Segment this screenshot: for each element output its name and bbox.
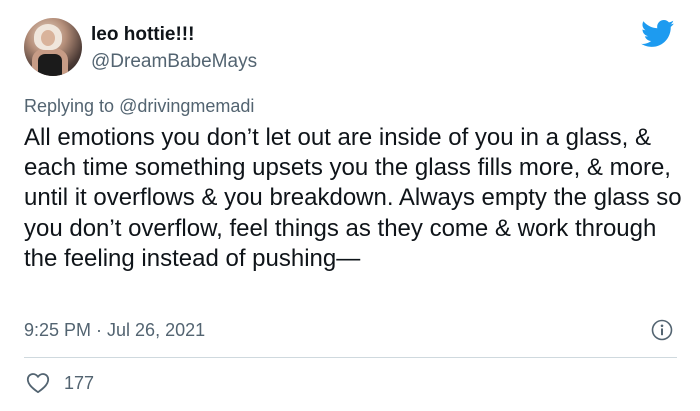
display-name[interactable]: leo hottie!!! (91, 24, 194, 46)
tweet-timestamp[interactable]: 9:25 PM · Jul 26, 2021 (24, 320, 205, 341)
replying-to-label: Replying to (24, 96, 115, 116)
replying-to-line: Replying to @drivingmemadi (24, 96, 254, 117)
like-count: 177 (64, 373, 95, 393)
avatar[interactable] (24, 18, 82, 76)
divider (24, 357, 677, 358)
reply-mention-link[interactable]: @drivingmemadi (119, 96, 254, 116)
info-icon[interactable] (651, 319, 673, 341)
avatar-face-shape (41, 30, 55, 46)
user-handle[interactable]: @DreamBabeMays (91, 51, 257, 73)
tweet-text: All emotions you don’t let out are insid… (24, 124, 682, 272)
tweet-card: leo hottie!!! @DreamBabeMays Replying to… (0, 0, 700, 411)
avatar-outfit-shape (38, 54, 62, 76)
twitter-bird-icon[interactable] (641, 20, 675, 48)
heart-icon[interactable] (26, 372, 50, 394)
